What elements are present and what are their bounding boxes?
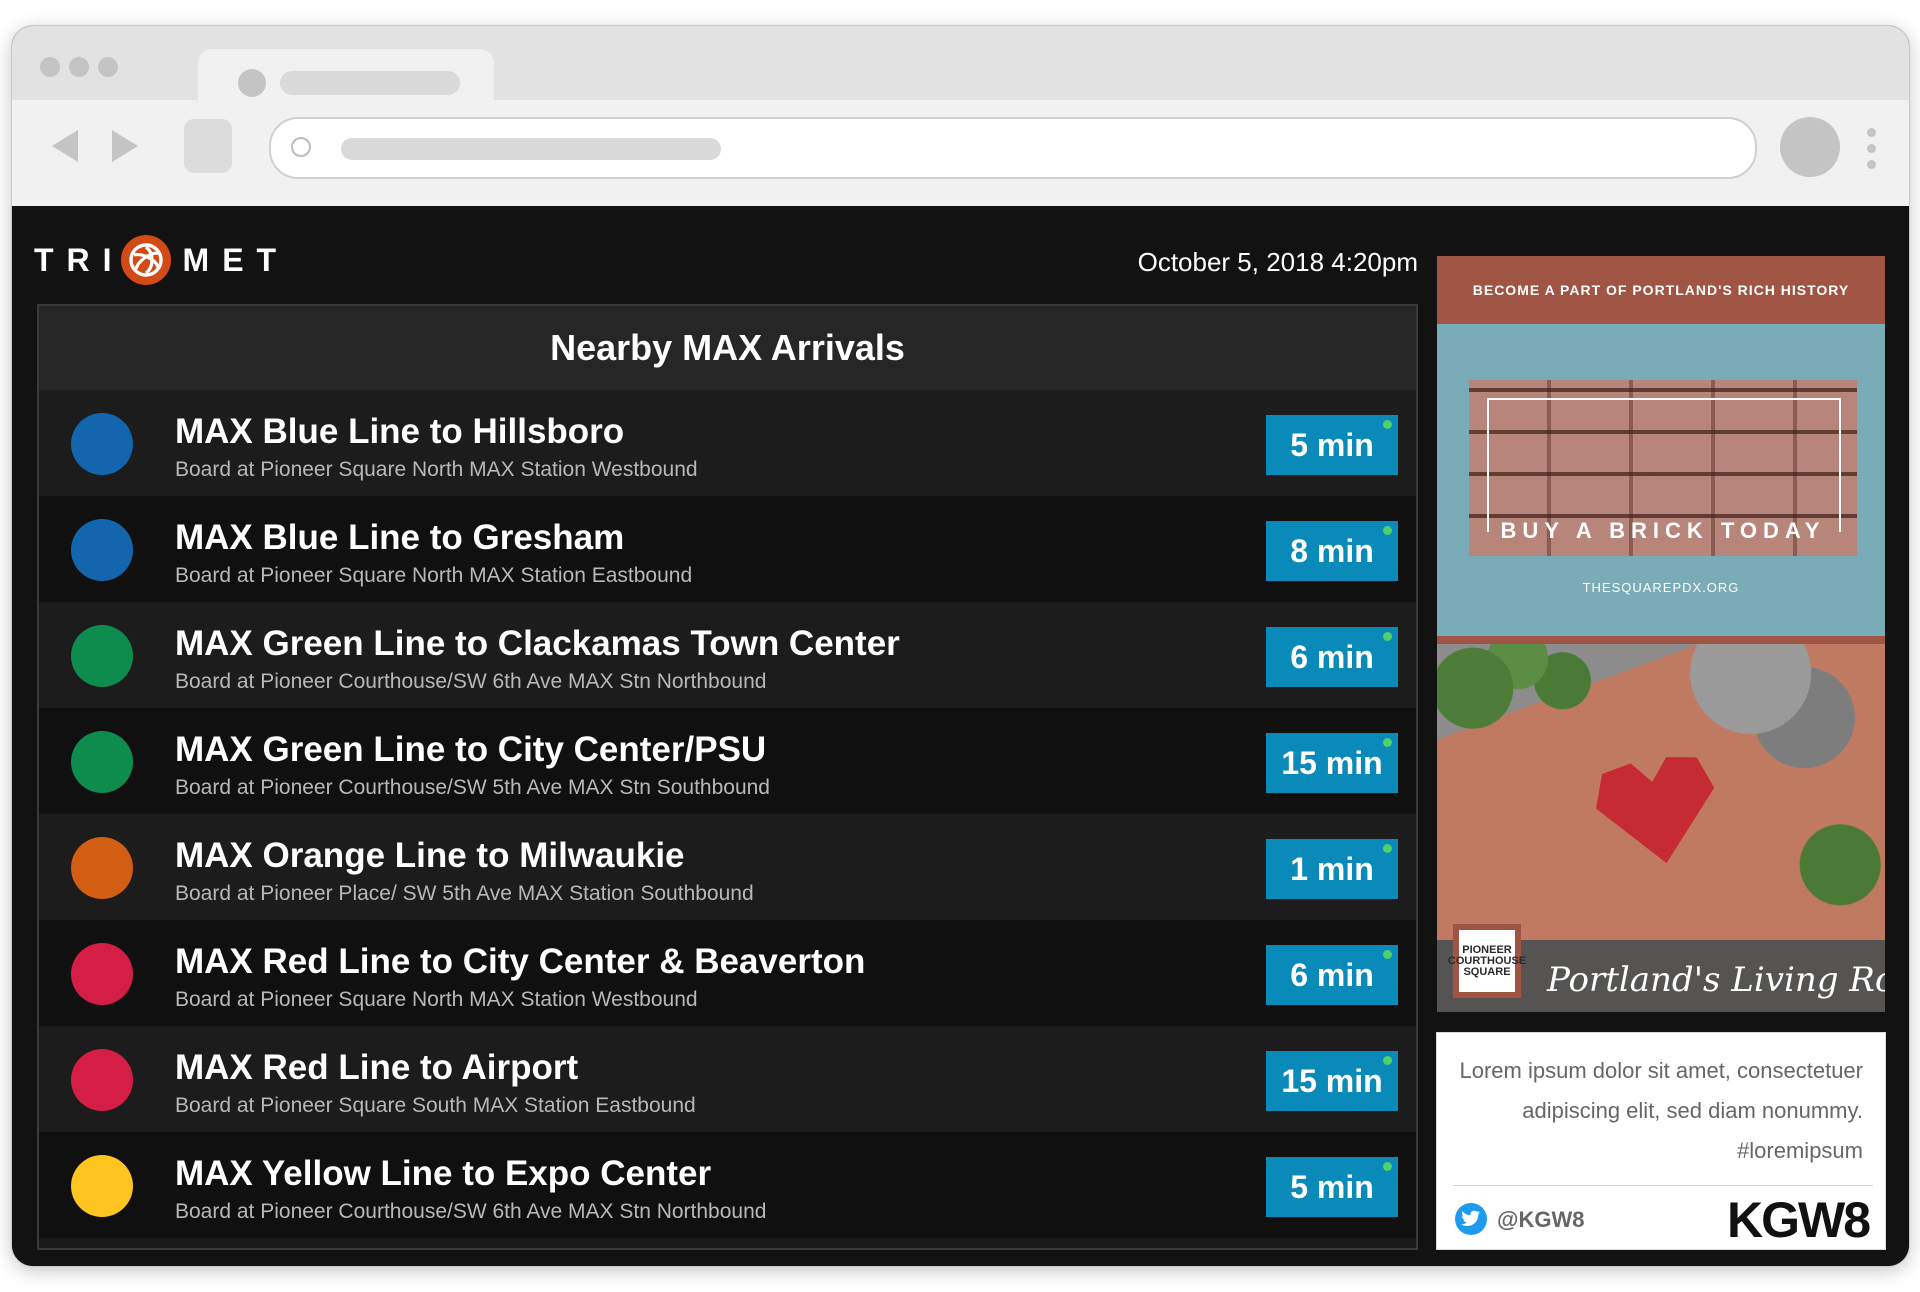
- arrival-eta: 5 min: [1290, 426, 1374, 463]
- arrival-eta: 15 min: [1281, 744, 1383, 781]
- arrival-row[interactable]: MAX Red Line to City Center & Beaverton B…: [39, 920, 1416, 1026]
- kgw8-logo: KGW8: [1727, 1192, 1871, 1248]
- browser-chrome: [12, 26, 1909, 206]
- line-color-dot: [71, 1049, 133, 1111]
- ad-banner: BECOME A PART OF PORTLAND'S RICH HISTORY: [1437, 256, 1885, 324]
- arrival-row[interactable]: MAX Green Line to Clackamas Town Center B…: [39, 602, 1416, 708]
- window-close-control[interactable]: [40, 57, 60, 77]
- arrivals-title: Nearby MAX Arrivals: [39, 306, 1416, 390]
- arrival-line-name: MAX Green Line to Clackamas Town Center: [175, 624, 900, 663]
- arrival-stop: Board at Pioneer Place/ SW 5th Ave MAX S…: [175, 882, 754, 905]
- arrival-row[interactable]: MAX Yellow Line to Expo Center Board at P…: [39, 1132, 1416, 1238]
- arrival-eta-badge: 1 min: [1266, 839, 1398, 899]
- current-datetime: October 5, 2018 4:20pm: [1137, 247, 1418, 277]
- social-handle[interactable]: @KGW8: [1497, 1207, 1584, 1233]
- arrival-eta-badge: 15 min: [1266, 733, 1398, 793]
- line-color-dot: [71, 519, 133, 581]
- tab-bar: [12, 26, 1909, 109]
- arrival-eta: 8 min: [1290, 532, 1374, 569]
- arrival-line-name: MAX Red Line to Airport: [175, 1048, 579, 1087]
- live-indicator-icon: [1383, 420, 1392, 429]
- arrival-eta: 5 min: [1290, 1168, 1374, 1205]
- arrival-eta: 15 min: [1281, 1062, 1383, 1099]
- logo-text-left: TRI: [34, 241, 125, 278]
- arrival-stop: Board at Pioneer Square North MAX Statio…: [175, 988, 698, 1011]
- browser-menu-button[interactable]: [1867, 128, 1877, 172]
- back-button[interactable]: [52, 130, 78, 162]
- window-maximize-control[interactable]: [98, 57, 118, 77]
- live-indicator-icon: [1383, 1162, 1392, 1171]
- arrival-stop: Board at Pioneer Square North MAX Statio…: [175, 458, 698, 481]
- pioneer-square-logo: PIONEER COURTHOUSE SQUARE: [1448, 924, 1526, 998]
- arrival-eta-badge: 15 min: [1266, 1051, 1398, 1111]
- arrival-eta-badge: 5 min: [1266, 415, 1398, 475]
- site-info-icon[interactable]: [291, 137, 311, 157]
- twitter-icon[interactable]: [1455, 1203, 1487, 1235]
- arrival-eta: 6 min: [1290, 638, 1374, 675]
- transit-display: TRI MET October 5, 2018 4:20pm Nearby MA…: [12, 206, 1909, 1266]
- arrival-stop: Board at Pioneer Courthouse/SW 6th Ave M…: [175, 670, 767, 693]
- live-indicator-icon: [1383, 950, 1392, 959]
- tab-title-placeholder: [280, 71, 460, 95]
- arrival-line-name: MAX Orange Line to Milwaukie: [175, 836, 685, 875]
- arrival-line-name: MAX Red Line to City Center & Beaverton: [175, 942, 866, 981]
- trimet-logo-icon: [120, 235, 171, 285]
- arrival-eta-badge: 6 min: [1266, 627, 1398, 687]
- arrivals-list: MAX Blue Line to Hillsboro Board at Pione…: [39, 390, 1416, 1238]
- browser-toolbar: [12, 100, 1909, 206]
- line-color-dot: [71, 837, 133, 899]
- trimet-logo: TRI MET: [34, 232, 289, 288]
- live-indicator-icon: [1383, 632, 1392, 641]
- arrival-eta: 1 min: [1290, 850, 1374, 887]
- arrival-stop: Board at Pioneer Courthouse/SW 6th Ave M…: [175, 1200, 767, 1223]
- arrival-eta-badge: 8 min: [1266, 521, 1398, 581]
- line-color-dot: [71, 731, 133, 793]
- social-post-text: Lorem ipsum dolor sit amet, consectetuer…: [1459, 1058, 1863, 1163]
- line-color-dot: [71, 625, 133, 687]
- live-indicator-icon: [1383, 526, 1392, 535]
- ad-brick-section: BUY A BRICK TODAY THESQUAREPDX.ORG: [1437, 324, 1885, 636]
- ad-tagline: Portland's Living Room: [1547, 960, 1885, 1000]
- arrival-line-name: MAX Yellow Line to Expo Center: [175, 1154, 712, 1193]
- arrival-eta-badge: 6 min: [1266, 945, 1398, 1005]
- arrival-row[interactable]: MAX Orange Line to Milwaukie Board at Pio…: [39, 814, 1416, 920]
- browser-window: TRI MET October 5, 2018 4:20pm Nearby MA…: [11, 25, 1910, 1267]
- arrival-stop: Board at Pioneer Square South MAX Statio…: [175, 1094, 696, 1117]
- url-placeholder: [341, 138, 721, 160]
- tab-favicon-icon: [238, 69, 266, 97]
- address-bar[interactable]: [269, 117, 1757, 179]
- arrival-row[interactable]: MAX Blue Line to Hillsboro Board at Pione…: [39, 390, 1416, 496]
- line-color-dot: [71, 413, 133, 475]
- advertisement[interactable]: BECOME A PART OF PORTLAND'S RICH HISTORY…: [1437, 256, 1885, 1012]
- social-card: Lorem ipsum dolor sit amet, consectetuer…: [1436, 1032, 1886, 1250]
- line-color-dot: [71, 943, 133, 1005]
- live-indicator-icon: [1383, 844, 1392, 853]
- line-color-dot: [71, 1155, 133, 1217]
- window-minimize-control[interactable]: [69, 57, 89, 77]
- arrival-eta: 6 min: [1290, 956, 1374, 993]
- arrival-row[interactable]: MAX Green Line to City Center/PSU Board a…: [39, 708, 1416, 814]
- arrival-stop: Board at Pioneer Courthouse/SW 5th Ave M…: [175, 776, 770, 799]
- brick-photo: BUY A BRICK TODAY: [1469, 380, 1857, 556]
- home-button[interactable]: [184, 119, 232, 173]
- ad-cta: BUY A BRICK TODAY: [1500, 518, 1826, 543]
- arrival-row[interactable]: MAX Red Line to Airport Board at Pioneer …: [39, 1026, 1416, 1132]
- arrival-row[interactable]: MAX Blue Line to Gresham Board at Pioneer…: [39, 496, 1416, 602]
- arrival-stop: Board at Pioneer Square North MAX Statio…: [175, 564, 693, 587]
- live-indicator-icon: [1383, 738, 1392, 747]
- forward-button[interactable]: [112, 130, 138, 162]
- square-aerial-photo: PIONEER COURTHOUSE SQUARE Portland's Liv…: [1437, 644, 1885, 1012]
- arrival-eta-badge: 5 min: [1266, 1157, 1398, 1217]
- arrival-line-name: MAX Blue Line to Hillsboro: [175, 412, 625, 451]
- arrival-line-name: MAX Blue Line to Gresham: [175, 518, 625, 557]
- logo-text-right: MET: [182, 241, 290, 278]
- profile-avatar[interactable]: [1780, 117, 1840, 177]
- arrivals-panel: Nearby MAX Arrivals MAX Blue Line to Hil…: [37, 304, 1418, 1250]
- arrival-line-name: MAX Green Line to City Center/PSU: [175, 730, 767, 769]
- ad-url[interactable]: THESQUAREPDX.ORG: [1437, 580, 1885, 595]
- live-indicator-icon: [1383, 1056, 1392, 1065]
